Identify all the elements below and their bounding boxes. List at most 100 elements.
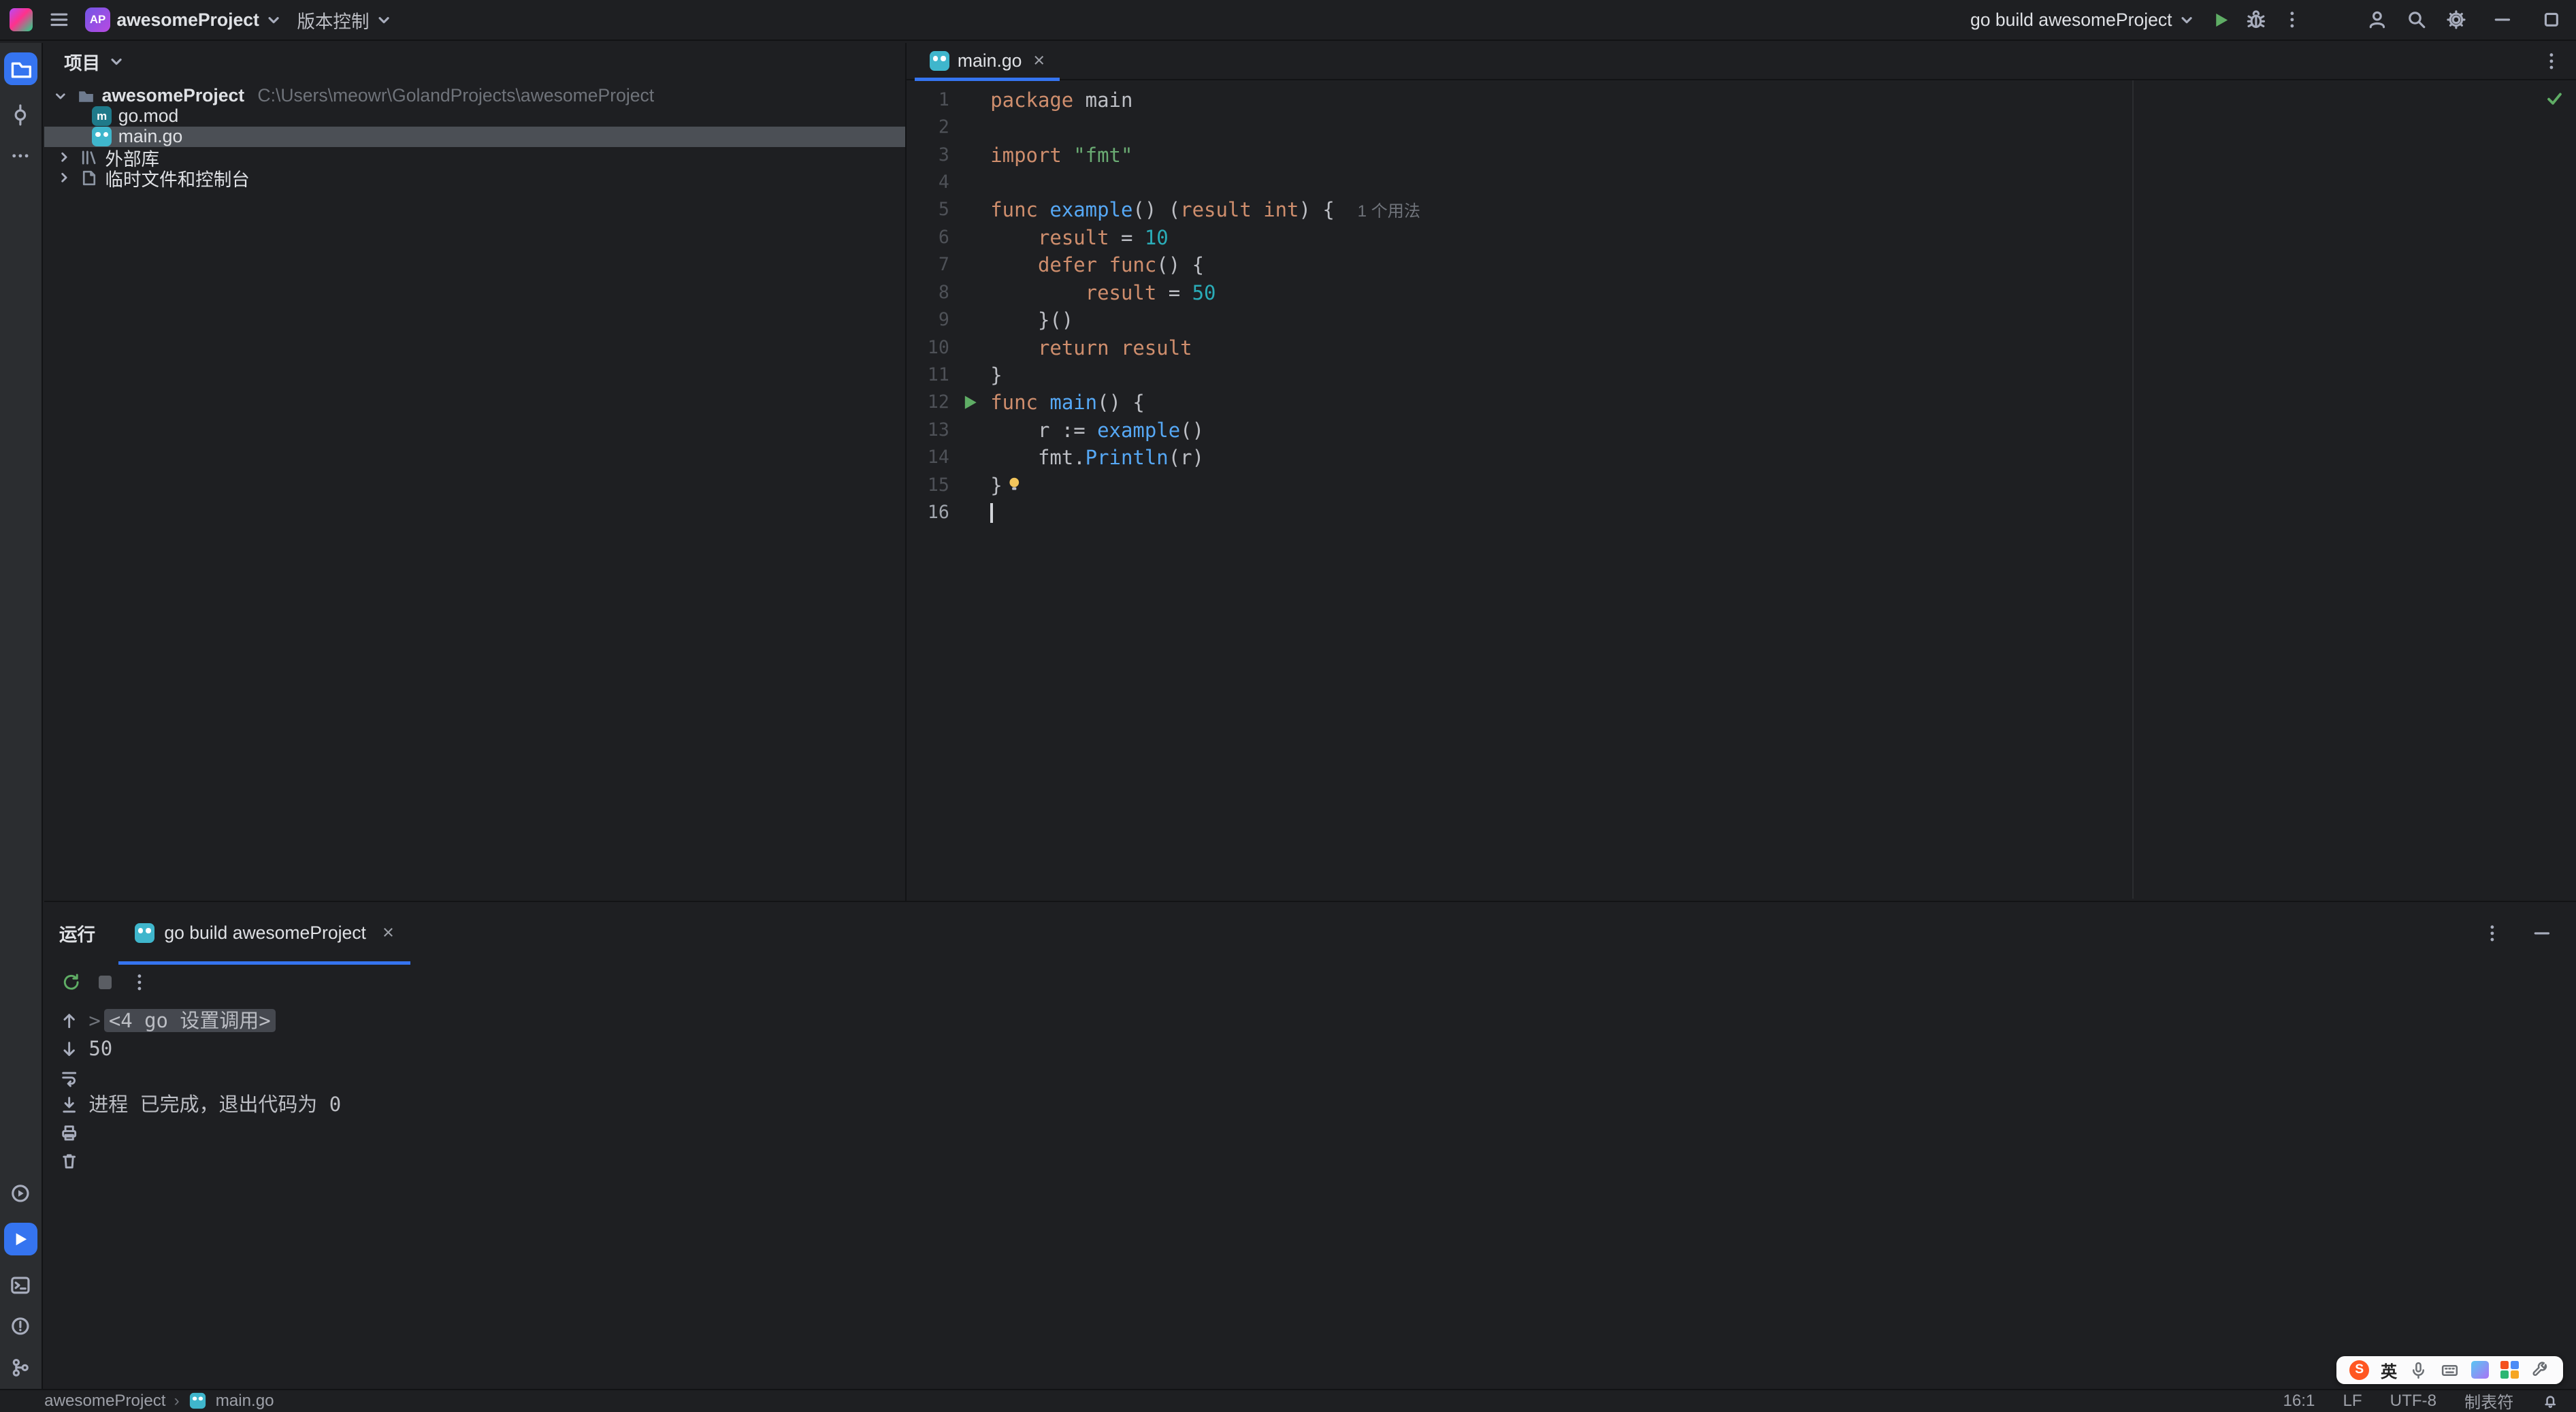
close-run-tab-button[interactable]: × bbox=[382, 922, 394, 944]
tree-item-external-libraries[interactable]: 外部库 bbox=[44, 147, 905, 167]
code-line: result = 10 bbox=[1037, 225, 1169, 249]
gutter-row[interactable]: 3 bbox=[907, 142, 990, 169]
tree-item-gomod[interactable]: m go.mod bbox=[44, 106, 905, 127]
chevron-down-icon bbox=[378, 17, 389, 24]
maximize-button[interactable] bbox=[2527, 0, 2576, 40]
gutter-row[interactable]: 5 bbox=[907, 196, 990, 223]
line-number: 12 bbox=[927, 391, 949, 413]
stripe-item-commit[interactable] bbox=[9, 103, 32, 127]
stripe-item-run[interactable] bbox=[4, 1223, 37, 1256]
soft-wrap-button[interactable] bbox=[59, 1063, 80, 1091]
nav-file[interactable]: main.go bbox=[216, 1392, 274, 1411]
ime-toolbox-icon[interactable] bbox=[2500, 1360, 2519, 1379]
sogou-logo-icon[interactable]: S bbox=[2349, 1360, 2370, 1380]
notifications-button[interactable] bbox=[2541, 1392, 2560, 1410]
more-actions-button[interactable] bbox=[2281, 8, 2304, 31]
run-button[interactable] bbox=[2211, 10, 2231, 30]
print-button[interactable] bbox=[59, 1119, 80, 1146]
chevron-down-icon[interactable] bbox=[53, 89, 68, 103]
stripe-item-problems[interactable] bbox=[9, 1315, 32, 1338]
hide-panel-button[interactable] bbox=[2530, 922, 2554, 945]
stripe-item-version-control[interactable] bbox=[9, 1356, 32, 1379]
vcs-widget[interactable]: 版本控制 bbox=[297, 7, 392, 33]
gutter-row[interactable]: 11 bbox=[907, 362, 990, 389]
ime-settings-button[interactable] bbox=[2530, 1360, 2550, 1380]
run-toolbar-more-button[interactable] bbox=[128, 971, 151, 994]
caret-position-widget[interactable]: 16:1 bbox=[2283, 1392, 2315, 1411]
inspections-widget[interactable] bbox=[2545, 89, 2564, 113]
fold-expand-icon[interactable]: > bbox=[88, 1009, 100, 1032]
editor-body[interactable]: 1 2 3 4 5 6 7 8 9 10 11 12 13 14 15 16 package main impo… bbox=[907, 80, 2576, 899]
debug-button[interactable] bbox=[2245, 8, 2268, 31]
gutter-row[interactable]: 4 bbox=[907, 169, 990, 196]
scroll-to-end-button[interactable] bbox=[59, 1091, 80, 1119]
search-icon bbox=[2409, 12, 2426, 29]
prev-occurrence-button[interactable] bbox=[59, 1007, 80, 1035]
gutter-row[interactable]: 14 bbox=[907, 444, 990, 471]
code-line: package main bbox=[990, 88, 1133, 112]
ime-skin-icon[interactable] bbox=[2471, 1360, 2490, 1379]
rerun-button[interactable] bbox=[61, 972, 82, 993]
line-separator-widget[interactable]: LF bbox=[2343, 1392, 2362, 1411]
printer-icon bbox=[61, 1125, 76, 1141]
line-number: 2 bbox=[938, 116, 949, 138]
run-gutter-icon[interactable] bbox=[962, 394, 978, 411]
next-occurrence-button[interactable] bbox=[59, 1035, 80, 1063]
line-number: 14 bbox=[927, 447, 949, 468]
folded-setup-text[interactable]: <4 go 设置调用> bbox=[103, 1009, 276, 1033]
gutter-row[interactable]: 8 bbox=[907, 279, 990, 306]
stripe-item-more[interactable] bbox=[9, 144, 32, 167]
ime-mic-button[interactable] bbox=[2409, 1360, 2428, 1380]
gutter-row[interactable]: 6 bbox=[907, 224, 990, 251]
indent-widget[interactable]: 制表符 bbox=[2464, 1389, 2513, 1411]
stripe-item-terminal[interactable] bbox=[9, 1274, 32, 1297]
project-widget[interactable]: AP awesomeProject bbox=[85, 7, 282, 33]
chevron-right-icon[interactable] bbox=[56, 150, 71, 165]
code-with-me-button[interactable] bbox=[2366, 8, 2389, 31]
stop-button[interactable] bbox=[98, 976, 112, 989]
gutter-row[interactable]: 12 bbox=[907, 389, 990, 416]
editor-tab-maingo[interactable]: main.go × bbox=[915, 43, 1060, 82]
chevron-right-icon[interactable] bbox=[56, 170, 71, 185]
check-icon bbox=[2547, 93, 2562, 105]
console-output[interactable]: > <4 go 设置调用> 50 进程 已完成，退出代码为 0 bbox=[88, 1001, 2576, 1119]
arrow-down-icon bbox=[63, 1042, 75, 1057]
intention-bulb-icon[interactable] bbox=[1005, 475, 1024, 494]
gutter-row[interactable]: 1 bbox=[907, 86, 990, 114]
run-panel-options-button[interactable] bbox=[2481, 922, 2504, 945]
code-line: fmt.Println(r) bbox=[990, 446, 1204, 470]
main-menu-button[interactable] bbox=[48, 8, 71, 31]
minimize-button[interactable] bbox=[2477, 0, 2526, 40]
run-config-selector[interactable]: go build awesomeProject bbox=[1970, 10, 2195, 31]
stripe-item-services[interactable] bbox=[9, 1182, 32, 1205]
tree-item-root[interactable]: awesomeProject C:\Users\meowr\GolandProj… bbox=[44, 86, 905, 106]
editor-tab-label: main.go bbox=[957, 50, 1022, 71]
ime-keyboard-button[interactable] bbox=[2440, 1360, 2460, 1380]
nav-project[interactable]: awesomeProject bbox=[44, 1392, 165, 1411]
tree-item-scratches[interactable]: 临时文件和控制台 bbox=[44, 167, 905, 188]
gutter-row[interactable]: 7 bbox=[907, 251, 990, 278]
ime-language-toggle[interactable]: 英 bbox=[2381, 1358, 2397, 1382]
run-tab[interactable]: go build awesomeProject × bbox=[118, 902, 410, 965]
search-everywhere-button[interactable] bbox=[2405, 8, 2428, 31]
project-panel-header[interactable]: 项目 bbox=[44, 43, 905, 81]
code-area[interactable]: package main import "fmt" func example() (… bbox=[990, 80, 2576, 899]
gutter-row[interactable]: 10 bbox=[907, 334, 990, 362]
clear-console-button[interactable] bbox=[59, 1146, 80, 1174]
tab-options-button[interactable] bbox=[2540, 43, 2563, 80]
gutter-row[interactable]: 15 bbox=[907, 472, 990, 499]
gutter-row[interactable]: 16 bbox=[907, 499, 990, 526]
gutter-row[interactable]: 13 bbox=[907, 417, 990, 444]
encoding-widget[interactable]: UTF-8 bbox=[2390, 1392, 2436, 1411]
gutter-row[interactable]: 2 bbox=[907, 114, 990, 141]
usages-inlay-hint[interactable]: 1 个用法 bbox=[1358, 202, 1421, 221]
tree-item-maingo[interactable]: main.go bbox=[44, 126, 906, 148]
gutter-row[interactable]: 9 bbox=[907, 306, 990, 334]
settings-button[interactable] bbox=[2445, 8, 2468, 31]
stripe-item-project[interactable] bbox=[4, 52, 37, 86]
close-tab-button[interactable]: × bbox=[1033, 50, 1045, 72]
editor-gutter: 1 2 3 4 5 6 7 8 9 10 11 12 13 14 15 16 bbox=[907, 80, 990, 899]
line-number: 1 bbox=[938, 89, 949, 110]
line-number: 3 bbox=[938, 144, 949, 165]
